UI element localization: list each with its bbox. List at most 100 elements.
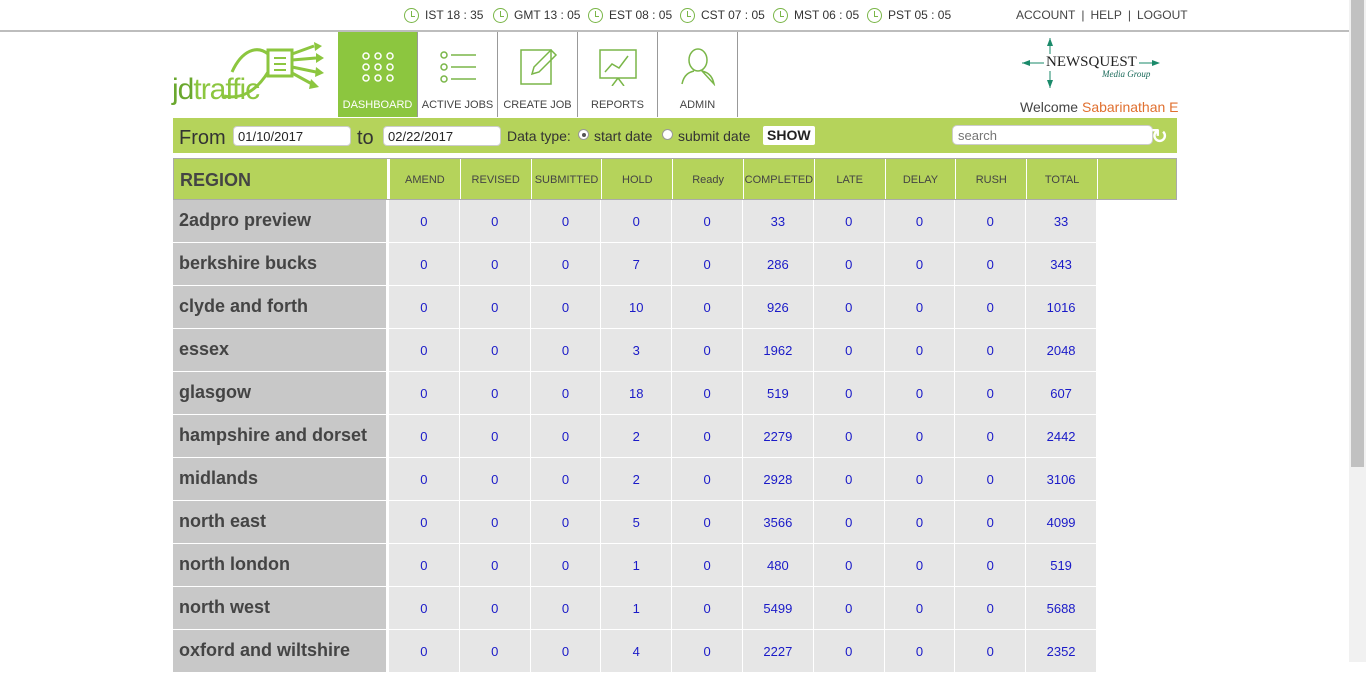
count-cell[interactable]: 0 (672, 243, 743, 285)
count-cell[interactable]: 0 (530, 243, 602, 285)
count-cell[interactable]: 0 (955, 544, 1027, 586)
count-cell[interactable]: 4 (601, 630, 673, 672)
account-link[interactable]: ACCOUNT (1016, 8, 1075, 22)
count-cell[interactable]: 0 (530, 286, 602, 328)
count-cell[interactable]: 0 (672, 630, 743, 672)
count-cell[interactable]: 519 (742, 372, 814, 414)
count-cell[interactable]: 1962 (742, 329, 814, 371)
count-cell[interactable]: 0 (813, 372, 885, 414)
count-cell[interactable]: 0 (672, 458, 743, 500)
nav-active-jobs[interactable]: ACTIVE JOBS (418, 32, 498, 117)
count-cell[interactable]: 3 (601, 329, 673, 371)
count-cell[interactable]: 0 (813, 587, 885, 629)
region-name[interactable]: berkshire bucks (173, 243, 389, 285)
count-cell[interactable]: 5499 (742, 587, 814, 629)
count-cell[interactable]: 519 (1026, 544, 1097, 586)
count-cell[interactable]: 0 (955, 243, 1027, 285)
count-cell[interactable]: 607 (1026, 372, 1097, 414)
count-cell[interactable]: 10 (601, 286, 673, 328)
start-date-label[interactable]: start date (594, 128, 652, 144)
count-cell[interactable]: 0 (459, 286, 531, 328)
count-cell[interactable]: 0 (530, 544, 602, 586)
column-header[interactable]: AMEND (390, 159, 461, 199)
region-name[interactable]: north london (173, 544, 389, 586)
count-cell[interactable]: 0 (672, 286, 743, 328)
count-cell[interactable]: 480 (742, 544, 814, 586)
count-cell[interactable]: 0 (459, 458, 531, 500)
count-cell[interactable]: 0 (672, 501, 743, 543)
start-date-radio[interactable] (578, 129, 589, 140)
column-header[interactable]: TOTAL (1027, 159, 1098, 199)
count-cell[interactable]: 0 (955, 587, 1027, 629)
count-cell[interactable]: 0 (955, 200, 1027, 242)
column-header[interactable]: LATE (815, 159, 886, 199)
count-cell[interactable]: 926 (742, 286, 814, 328)
count-cell[interactable]: 0 (389, 544, 460, 586)
count-cell[interactable]: 0 (601, 200, 673, 242)
nav-reports[interactable]: REPORTS (578, 32, 658, 117)
count-cell[interactable]: 0 (955, 286, 1027, 328)
count-cell[interactable]: 0 (530, 415, 602, 457)
count-cell[interactable]: 33 (1026, 200, 1097, 242)
nav-create-job[interactable]: CREATE JOB (498, 32, 578, 117)
count-cell[interactable]: 0 (813, 286, 885, 328)
count-cell[interactable]: 0 (955, 501, 1027, 543)
count-cell[interactable]: 0 (955, 372, 1027, 414)
count-cell[interactable]: 0 (884, 200, 956, 242)
count-cell[interactable]: 3106 (1026, 458, 1097, 500)
count-cell[interactable]: 0 (389, 243, 460, 285)
count-cell[interactable]: 0 (672, 329, 743, 371)
count-cell[interactable]: 0 (459, 630, 531, 672)
count-cell[interactable]: 0 (459, 544, 531, 586)
count-cell[interactable]: 1 (601, 544, 673, 586)
region-name[interactable]: midlands (173, 458, 389, 500)
region-name[interactable]: clyde and forth (173, 286, 389, 328)
nav-dashboard[interactable]: DASHBOARD (338, 32, 418, 117)
count-cell[interactable]: 3566 (742, 501, 814, 543)
count-cell[interactable]: 0 (955, 458, 1027, 500)
column-header[interactable]: DELAY (886, 159, 957, 199)
count-cell[interactable]: 343 (1026, 243, 1097, 285)
count-cell[interactable]: 2048 (1026, 329, 1097, 371)
count-cell[interactable]: 0 (389, 329, 460, 371)
count-cell[interactable]: 0 (530, 630, 602, 672)
count-cell[interactable]: 0 (459, 587, 531, 629)
region-name[interactable]: north east (173, 501, 389, 543)
jdtraffic-logo[interactable]: jdtraffic (172, 40, 332, 110)
count-cell[interactable]: 18 (601, 372, 673, 414)
count-cell[interactable]: 0 (389, 501, 460, 543)
count-cell[interactable]: 0 (884, 544, 956, 586)
count-cell[interactable]: 0 (672, 200, 743, 242)
count-cell[interactable]: 0 (813, 415, 885, 457)
column-header[interactable]: SUBMITTED (532, 159, 603, 199)
count-cell[interactable]: 0 (955, 415, 1027, 457)
count-cell[interactable]: 2352 (1026, 630, 1097, 672)
count-cell[interactable]: 0 (884, 286, 956, 328)
count-cell[interactable]: 0 (672, 372, 743, 414)
count-cell[interactable]: 0 (813, 329, 885, 371)
count-cell[interactable]: 0 (955, 630, 1027, 672)
nav-admin[interactable]: ADMIN (658, 32, 738, 117)
count-cell[interactable]: 0 (459, 243, 531, 285)
count-cell[interactable]: 0 (884, 587, 956, 629)
count-cell[interactable]: 2442 (1026, 415, 1097, 457)
submit-date-label[interactable]: submit date (678, 128, 750, 144)
count-cell[interactable]: 286 (742, 243, 814, 285)
count-cell[interactable]: 33 (742, 200, 814, 242)
help-link[interactable]: HELP (1090, 8, 1121, 22)
region-name[interactable]: oxford and wiltshire (173, 630, 389, 672)
count-cell[interactable]: 0 (459, 372, 531, 414)
count-cell[interactable]: 2928 (742, 458, 814, 500)
count-cell[interactable]: 5688 (1026, 587, 1097, 629)
region-name[interactable]: glasgow (173, 372, 389, 414)
region-name[interactable]: north west (173, 587, 389, 629)
count-cell[interactable]: 0 (530, 587, 602, 629)
count-cell[interactable]: 2 (601, 458, 673, 500)
count-cell[interactable]: 0 (459, 415, 531, 457)
region-name[interactable]: 2adpro preview (173, 200, 389, 242)
count-cell[interactable]: 4099 (1026, 501, 1097, 543)
submit-date-radio[interactable] (662, 129, 673, 140)
scrollbar-thumb[interactable] (1351, 0, 1364, 467)
count-cell[interactable]: 0 (884, 501, 956, 543)
region-name[interactable]: essex (173, 329, 389, 371)
